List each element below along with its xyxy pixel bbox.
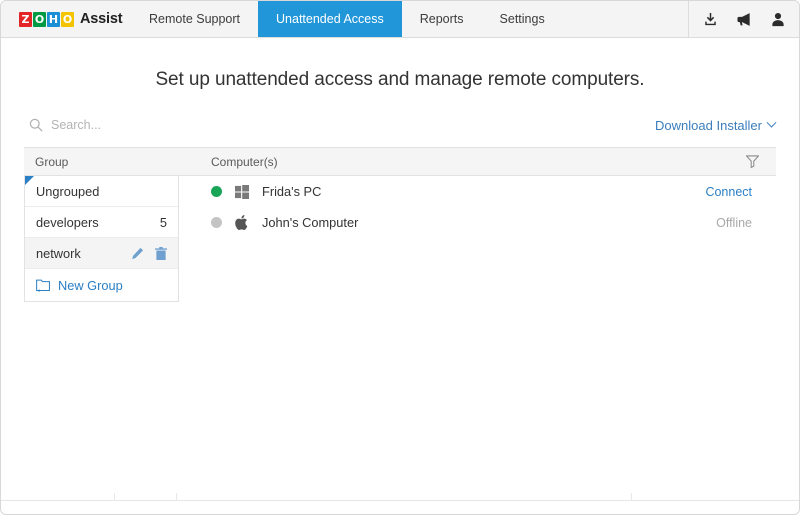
computer-name-label: John's Computer: [262, 215, 716, 230]
search-input[interactable]: [51, 118, 231, 132]
windows-logo-icon: [235, 185, 250, 199]
edit-pencil-icon[interactable]: [131, 247, 144, 260]
computer-list: Frida's PC Connect John's Computer Offli…: [179, 176, 776, 238]
tab-reports[interactable]: Reports: [402, 1, 482, 37]
new-group-button[interactable]: New Group: [25, 269, 178, 301]
content-toolbar: Download Installer: [1, 114, 799, 136]
logo-letter-z: Z: [19, 12, 32, 27]
group-row-developers[interactable]: developers 5: [25, 207, 178, 238]
download-installer-label: Download Installer: [655, 118, 762, 133]
connect-button[interactable]: Connect: [705, 185, 752, 199]
logo-letter-h: H: [47, 12, 60, 27]
page-title: Set up unattended access and manage remo…: [1, 69, 799, 91]
status-indicator-offline: [211, 217, 222, 228]
delete-trash-icon[interactable]: [155, 247, 167, 260]
group-name-label: network: [36, 246, 131, 261]
group-count-label: 5: [160, 215, 167, 230]
footer-strip: [1, 500, 799, 514]
group-name-label: developers: [36, 215, 160, 230]
offline-status-label: Offline: [716, 216, 752, 230]
brand-logo[interactable]: Z O H O Assist: [1, 1, 131, 37]
top-bar-actions: [688, 1, 799, 37]
filter-icon[interactable]: [728, 155, 776, 168]
group-name-label: Ungrouped: [36, 184, 167, 199]
user-account-icon[interactable]: [771, 12, 785, 27]
tab-settings[interactable]: Settings: [482, 1, 563, 37]
tab-remote-support[interactable]: Remote Support: [131, 1, 258, 37]
group-list: Ungrouped developers 5 network: [24, 176, 179, 302]
group-row-actions: [131, 247, 167, 260]
computer-row-frida-pc[interactable]: Frida's PC Connect: [179, 176, 776, 207]
logo-letter-o1: O: [33, 12, 46, 27]
column-header-computers: Computer(s): [179, 155, 728, 169]
main-nav-tabs: Remote Support Unattended Access Reports…: [131, 1, 688, 37]
computer-name-label: Frida's PC: [262, 184, 705, 199]
apple-logo-icon: [235, 215, 250, 230]
footer-divider: [631, 493, 632, 501]
column-header-group: Group: [24, 155, 179, 169]
group-row-ungrouped[interactable]: Ungrouped: [25, 176, 178, 207]
download-installer-button[interactable]: Download Installer: [655, 118, 775, 133]
table-body: Ungrouped developers 5 network: [24, 176, 776, 302]
footer-divider: [176, 493, 177, 501]
zoho-assist-window: Z O H O Assist Remote Support Unattended…: [0, 0, 800, 515]
zoho-logo-icon: Z O H O: [19, 11, 75, 28]
table-header-row: Group Computer(s): [24, 147, 776, 176]
megaphone-icon[interactable]: [736, 12, 753, 27]
logo-letter-o2: O: [61, 12, 74, 27]
footer-divider: [114, 493, 115, 501]
top-navigation-bar: Z O H O Assist Remote Support Unattended…: [1, 1, 799, 38]
download-icon[interactable]: [703, 12, 718, 27]
tab-unattended-access[interactable]: Unattended Access: [258, 1, 402, 37]
brand-product-name: Assist: [80, 11, 122, 27]
chevron-down-icon: [767, 117, 777, 127]
search-box[interactable]: [29, 118, 231, 132]
computer-row-johns-computer[interactable]: John's Computer Offline: [179, 207, 776, 238]
search-icon: [29, 118, 43, 132]
new-group-label: New Group: [58, 278, 123, 293]
group-row-network[interactable]: network: [25, 238, 178, 269]
new-folder-icon: [36, 279, 51, 292]
computers-table: Group Computer(s) Ungrouped developers 5: [1, 147, 799, 302]
status-indicator-online: [211, 186, 222, 197]
